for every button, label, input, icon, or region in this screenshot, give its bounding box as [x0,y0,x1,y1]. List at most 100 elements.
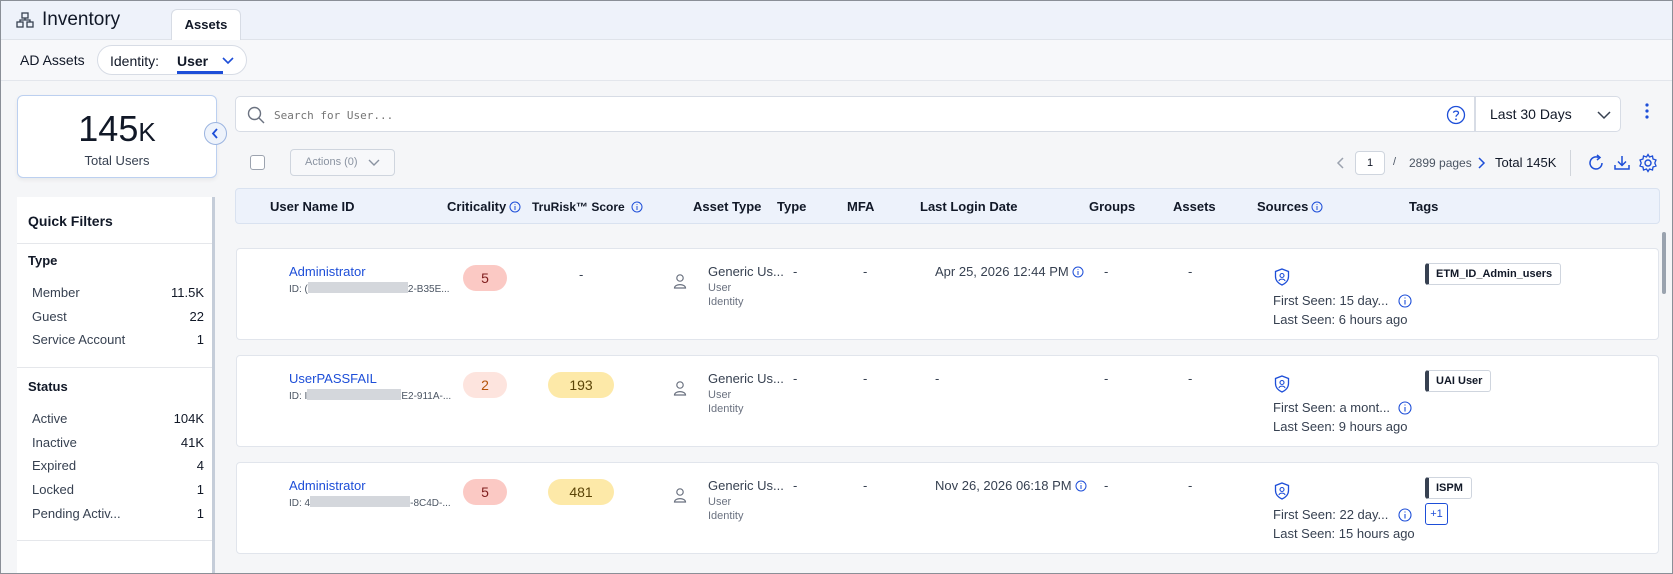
sidebar: 145K Total Users Quick Filters Type Memb… [0,81,227,574]
filter-item-active[interactable]: Active 104K [32,411,204,426]
more-options-icon[interactable] [1641,98,1653,126]
pagination: 1 / 2899 pages Total 145K [1335,150,1673,176]
table-header: User Name ID Criticality TruRisk™ Score … [235,188,1660,224]
help-icon[interactable] [1446,105,1466,125]
trurisk-score: 481 [548,479,614,505]
column-type[interactable]: Type [777,199,806,214]
last-seen: Last Seen: 9 hours ago [1273,419,1408,434]
tag-chip[interactable]: UAI User [1425,370,1492,392]
info-icon[interactable] [1398,401,1412,415]
user-name-link[interactable]: UserPASSFAIL [289,371,377,386]
asset-category: Identity [708,296,744,308]
refresh-icon[interactable] [1586,153,1606,173]
mfa-value: - [863,371,868,386]
table-row[interactable]: UserPASSFAIL ID: I E2-911A-... 2 193 Gene… [236,355,1659,447]
last-seen: Last Seen: 15 hours ago [1273,526,1415,541]
column-tags[interactable]: Tags [1409,199,1438,214]
filter-item-expired[interactable]: Expired 4 [32,458,204,473]
identity-value: User [177,53,223,74]
column-last-login-date[interactable]: Last Login Date [920,199,1018,214]
ad-assets-link[interactable]: AD Assets [20,52,85,68]
date-range-select[interactable]: Last 30 Days [1475,96,1621,132]
filter-item-inactive[interactable]: Inactive 41K [32,435,204,450]
filter-item-service-account[interactable]: Service Account 1 [32,332,204,347]
divider [17,243,212,244]
assets-value: - [1188,371,1193,386]
tab-assets[interactable]: Assets [171,9,241,40]
top-bar: Inventory Assets [0,0,1673,40]
criticality-badge: 5 [463,265,507,291]
shield-user-icon [1274,375,1290,393]
more-tags-button[interactable]: +1 [1425,503,1448,525]
page-number-input[interactable]: 1 [1355,151,1385,175]
shield-user-icon [1274,482,1290,500]
column-assets[interactable]: Assets [1173,199,1216,214]
info-icon[interactable] [1398,508,1412,522]
type-value: - [793,478,798,493]
search-bar [235,96,1475,132]
identity-label: Identity: [110,53,160,69]
column-groups[interactable]: Groups [1089,199,1135,214]
info-icon[interactable] [631,201,643,213]
column-criticality[interactable]: Criticality [447,199,521,214]
user-icon [673,488,687,503]
gear-icon[interactable] [1638,153,1658,173]
tag-chip[interactable]: ETM_ID_Admin_users [1425,263,1562,285]
scrollbar-thumb[interactable] [1662,232,1666,294]
trurisk-score: - [579,267,584,282]
filter-item-guest[interactable]: Guest 22 [32,309,204,324]
select-all-checkbox[interactable] [250,155,265,170]
column-user-name[interactable]: User Name ID [270,199,355,214]
download-icon[interactable] [1612,153,1632,173]
quick-filters-title: Quick Filters [28,213,113,229]
column-asset-type[interactable]: Asset Type [693,199,761,214]
info-icon[interactable] [1311,201,1323,213]
filter-item-locked[interactable]: Locked 1 [32,482,204,497]
column-sources[interactable]: Sources [1257,199,1323,214]
actions-dropdown[interactable]: Actions (0) [290,149,395,176]
search-input[interactable] [274,105,1274,125]
first-seen: First Seen: 15 day... [1273,293,1389,308]
redacted-block [307,282,408,293]
info-icon[interactable] [1072,266,1084,278]
assets-value: - [1188,478,1193,493]
mfa-value: - [863,264,868,279]
collapse-sidebar-button[interactable] [204,122,227,145]
table-row[interactable]: Administrator ID: 4 -8C4D-... 5 481 Gener… [236,462,1659,554]
column-trurisk-score[interactable]: TruRisk™ Score [532,200,643,214]
filter-item-pending-activation[interactable]: Pending Activ... 1 [32,506,204,521]
last-login-date: - [935,371,940,386]
table-row[interactable]: Administrator ID: (2-B35E... 5 - Generic… [236,248,1659,340]
user-id: ID: I E2-911A-... [289,389,452,402]
tag-chip[interactable]: ISPM [1425,477,1472,499]
filter-item-member[interactable]: Member 11.5K [32,285,204,300]
asset-subtype: User [708,389,732,401]
search-icon [247,106,265,124]
date-range-value: Last 30 Days [1490,106,1572,122]
last-login-date: Nov 26, 2026 06:18 PM [935,478,1087,493]
chevron-left-icon [211,128,218,139]
criticality-badge: 5 [463,479,507,505]
chevron-down-icon [222,57,234,65]
last-seen: Last Seen: 6 hours ago [1273,312,1408,327]
chevron-down-icon [368,159,380,166]
chevron-left-icon[interactable] [1335,155,1347,171]
info-icon[interactable] [1075,480,1087,492]
filter-group-type: Type [28,253,58,268]
first-seen: First Seen: a mont... [1273,400,1391,415]
user-icon [673,381,687,396]
last-login-date: Apr 25, 2026 12:44 PM [935,264,1084,279]
info-icon[interactable] [1398,294,1412,308]
chevron-right-icon[interactable] [1475,155,1487,171]
type-value: - [793,371,798,386]
filter-group-status: Status [28,379,68,394]
user-name-link[interactable]: Administrator [289,264,366,279]
column-mfa[interactable]: MFA [847,199,874,214]
total-users-value: 145K [78,108,156,149]
groups-value: - [1104,371,1109,386]
redacted-block [310,496,411,507]
info-icon[interactable] [509,201,521,213]
identity-selector[interactable]: Identity: User [97,45,247,75]
user-name-link[interactable]: Administrator [289,478,366,493]
main-content: Last 30 Days Actions (0) 1 / 2899 pages … [235,81,1673,574]
